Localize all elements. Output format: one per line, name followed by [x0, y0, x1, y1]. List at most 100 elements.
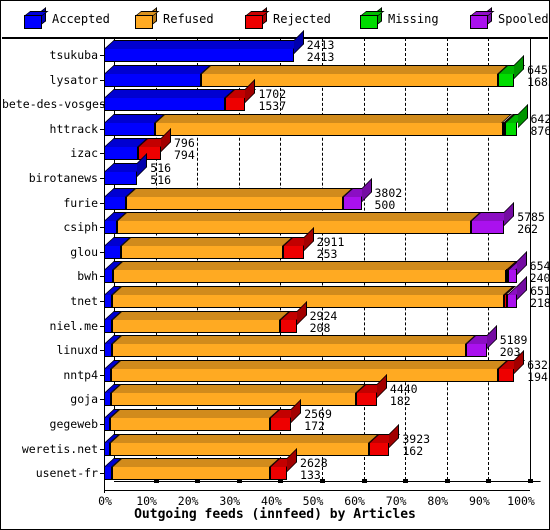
- bar-segment-top-face: [112, 335, 476, 345]
- x-axis-tick-40pct: 40%: [261, 493, 282, 508]
- bar-segment-top-face: [117, 212, 481, 222]
- bar-row-tnet[interactable]: [2, 276, 548, 308]
- bar-row-csiph[interactable]: [2, 202, 548, 235]
- bar-row-weretis-net[interactable]: [2, 423, 548, 456]
- bar-value-sub: 794: [173, 148, 195, 163]
- bar-segment-rejected: [270, 409, 302, 431]
- bar-segment-refused: [110, 409, 281, 431]
- bar-segment-top-face: [112, 286, 515, 295]
- x-axis-tick-100pct: 100%: [507, 493, 535, 508]
- x-axis-tick-0pct: 0%: [98, 493, 112, 508]
- bar-row-usenet-fr[interactable]: [2, 448, 548, 481]
- bar-segment-accepted: [104, 212, 128, 235]
- bar-row-niel-me[interactable]: [2, 300, 548, 333]
- bar-segment-accepted: [104, 384, 121, 407]
- bar-value-sub: 172: [304, 419, 325, 433]
- bar-end-cap: [514, 54, 525, 87]
- bar-segment-rejected: [224, 89, 256, 112]
- bar-segment-accepted: [104, 236, 131, 259]
- bar-segment-accepted: [104, 310, 123, 333]
- bar-value-sub: 876: [530, 123, 550, 138]
- bar-segment-accepted: [104, 113, 166, 136]
- bar-row-goja[interactable]: [2, 374, 548, 407]
- bar-value-sub: 2413: [306, 50, 335, 64]
- bar-row-lysator[interactable]: [2, 54, 548, 87]
- bar-row-gegeweb[interactable]: [2, 399, 548, 431]
- bar-row-bwh[interactable]: [2, 251, 548, 284]
- bar-segment-top-face: [112, 261, 517, 271]
- legend-swatch-missing-icon: [360, 7, 385, 29]
- bar-value-sub: 218: [530, 296, 550, 310]
- bar-end-cap-side-face: [389, 423, 400, 448]
- bar-end-cap-side-face: [517, 103, 528, 128]
- bar-segment-refused: [109, 433, 379, 456]
- bar-row-glou[interactable]: [2, 226, 548, 259]
- bar-segment-refused: [112, 261, 517, 284]
- bar-segment-spooled: [470, 212, 515, 235]
- chart-x-axis-title: Outgoing feeds (innfeed) by Articles: [134, 507, 416, 522]
- legend-swatch-rejected-icon: [245, 7, 270, 29]
- bar-end-cap: [287, 448, 298, 480]
- bar-segment-accepted: [104, 64, 211, 87]
- x-axis-tick-connector: [520, 480, 542, 491]
- bar-segment-top-face: [104, 64, 211, 74]
- bar-row-furie[interactable]: [2, 177, 548, 210]
- legend-label-refused: Refused: [163, 12, 214, 26]
- bar-end-cap: [389, 423, 400, 456]
- bar-segment-accepted: [104, 286, 123, 308]
- bar-row-httrack[interactable]: [2, 103, 548, 136]
- bar-segment-spooled: [506, 286, 528, 308]
- x-axis-tick-80pct: 80%: [427, 493, 449, 508]
- bar-segment-top-face: [126, 187, 353, 197]
- bar-segment-refused: [112, 310, 290, 333]
- bar-segment-refused: [112, 286, 515, 308]
- bar-segment-top-face: [104, 40, 304, 49]
- bar-end-cap: [361, 177, 372, 210]
- bar-value-sub: 262: [517, 222, 538, 237]
- x-axis-tick-50pct: 50%: [302, 493, 324, 508]
- legend-label-missing: Missing: [388, 12, 439, 26]
- bar-end-cap: [517, 276, 528, 308]
- bar-segment-refused: [120, 236, 293, 259]
- bar-value-sub: 133: [300, 468, 321, 483]
- bar-segment-accepted: [104, 359, 121, 382]
- bar-end-cap: [245, 79, 256, 111]
- bar-end-cap: [504, 202, 515, 234]
- bar-segment-accepted: [104, 40, 304, 62]
- bar-value-sub: 162: [402, 443, 424, 458]
- bar-segment-top-face: [110, 409, 281, 418]
- bar-row-izac[interactable]: [2, 128, 548, 161]
- bar-segment-spooled: [342, 187, 372, 210]
- bar-segment-rejected: [497, 359, 525, 382]
- bar-segment-refused: [155, 113, 513, 136]
- bar-segment-accepted: [104, 138, 149, 161]
- bar-segment-accepted: [104, 335, 123, 358]
- bar-row-linuxd[interactable]: [2, 325, 548, 358]
- chart-plot-area: tsukuba24132413lysator64571683bete-des-v…: [2, 30, 550, 508]
- bar-segment-refused: [200, 64, 508, 87]
- bar-end-cap-side-face: [514, 54, 525, 79]
- swatch-front: [245, 15, 263, 29]
- swatch-front: [360, 15, 378, 29]
- bar-segment-top-face: [109, 433, 379, 443]
- legend-label-rejected: Rejected: [273, 12, 331, 26]
- x-axis-tick-20pct: 20%: [177, 493, 199, 508]
- bar-row-nntp4[interactable]: [2, 349, 548, 382]
- chart-frame: Accepted Refused Rejected Missing Spooled ts…: [0, 0, 550, 530]
- bar-row-birotanews[interactable]: [2, 153, 548, 185]
- x-axis-tick-30pct: 30%: [219, 493, 241, 508]
- bar-segment-spooled: [508, 261, 527, 284]
- legend-swatch-accepted-icon: [24, 7, 49, 29]
- bar-segment-rejected: [356, 384, 387, 407]
- bar-end-cap: [303, 226, 314, 259]
- bar-end-cap-side-face: [516, 251, 527, 276]
- bar-segment-top-face: [112, 458, 281, 468]
- bar-value-sub: 208: [309, 320, 331, 335]
- bar-row-tsukuba[interactable]: [2, 30, 548, 62]
- bar-segment-top-face: [104, 89, 235, 99]
- bar-segment-accepted: [104, 163, 148, 185]
- bar-segment-refused: [117, 212, 481, 235]
- bar-segment-accepted: [104, 187, 137, 210]
- bar-end-cap: [293, 30, 304, 62]
- bar-value-sub: 182: [389, 394, 411, 409]
